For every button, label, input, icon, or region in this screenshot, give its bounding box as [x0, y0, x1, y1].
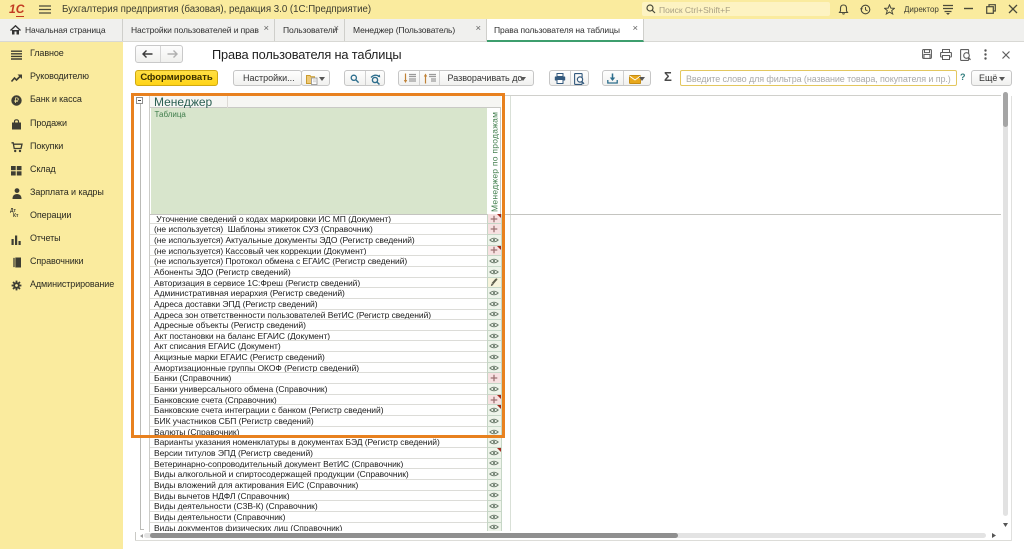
svg-text:₽: ₽	[14, 97, 19, 106]
